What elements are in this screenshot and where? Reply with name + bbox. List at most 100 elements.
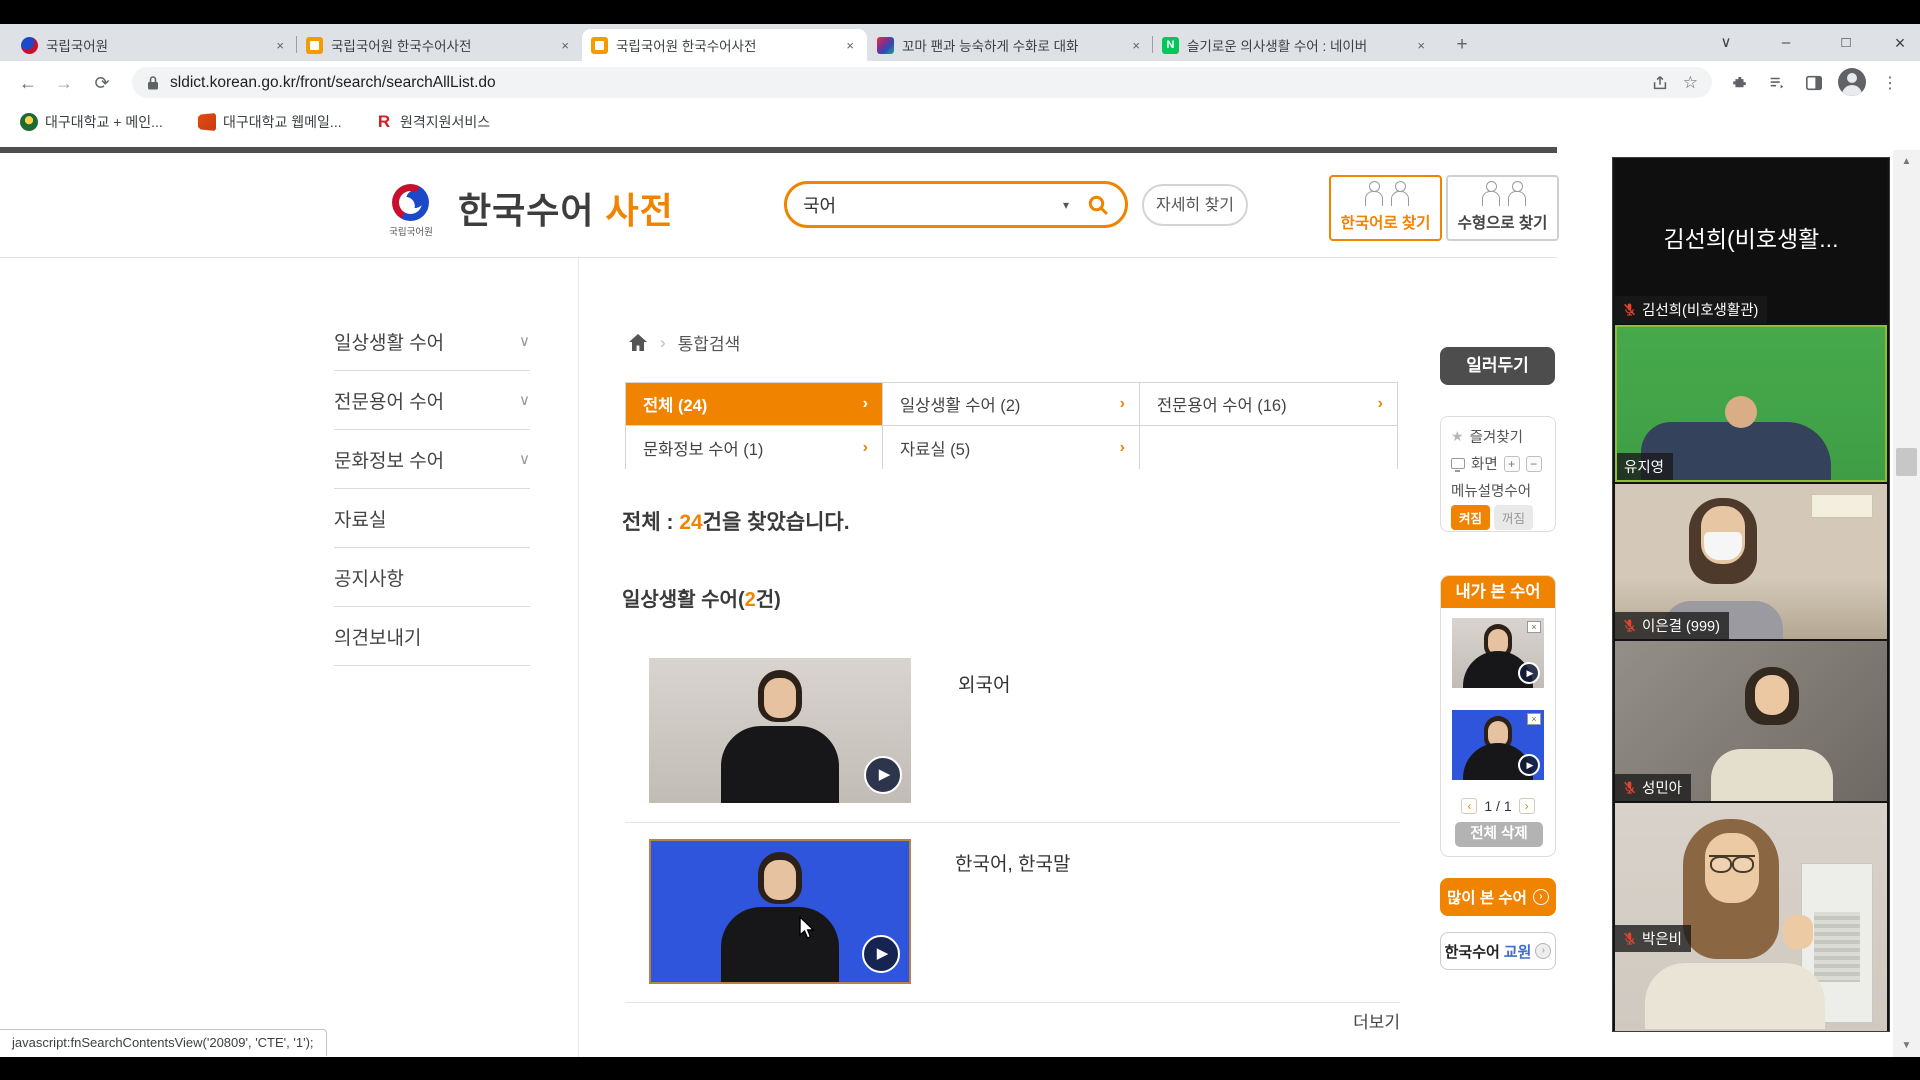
result-tab-daily[interactable]: 일상생활 수어 (2)›	[883, 383, 1140, 426]
search-box[interactable]: 국어 ▾	[784, 181, 1128, 228]
participant-tile-camera-off[interactable]: 김선희(비호생활... 김선희(비호생활관)	[1615, 158, 1887, 323]
search-dropdown-icon[interactable]: ▾	[1063, 198, 1069, 212]
profile-avatar[interactable]	[1838, 68, 1866, 96]
next-page-icon[interactable]: ›	[1519, 798, 1535, 814]
share-icon[interactable]	[1651, 74, 1669, 92]
scroll-up-icon[interactable]: ▲	[1893, 156, 1920, 167]
result-video-thumbnail-highlighted[interactable]: ▶	[649, 839, 911, 984]
side-panel-icon[interactable]	[1800, 69, 1828, 97]
find-by-handshape-button[interactable]: 수형으로 찾기	[1446, 175, 1559, 241]
bookmark-daegu-univ[interactable]: 대구대학교 + 메인...	[20, 109, 163, 135]
status-bar: javascript:fnSearchContentsView('20809',…	[0, 1029, 327, 1056]
browser-tab-1[interactable]: 국립국어원 ×	[12, 29, 297, 61]
result-tab-terminology[interactable]: 전문용어 수어 (16)›	[1140, 383, 1397, 426]
new-tab-button[interactable]: +	[1448, 32, 1476, 60]
tab-close-icon[interactable]: ×	[1413, 36, 1429, 55]
delete-all-button[interactable]: 전체 삭제	[1455, 822, 1543, 847]
sidebar-item-notice[interactable]: 공지사항	[334, 548, 530, 607]
sidebar-item-daily-sign[interactable]: 일상생활 수어∨	[334, 312, 530, 371]
menu-sign-toggle: 켜짐꺼짐	[1451, 505, 1547, 530]
tab-close-icon[interactable]: ×	[272, 36, 288, 55]
toggle-off-button[interactable]: 꺼짐	[1494, 505, 1533, 530]
url-field[interactable]: sldict.korean.go.kr/front/search/searchA…	[132, 67, 1712, 98]
browser-tab-5[interactable]: N 슬기로운 의사생활 수어 : 네이버 ×	[1153, 29, 1438, 61]
browser-menu-icon[interactable]: ⋮	[1876, 69, 1904, 97]
favorites-row[interactable]: ★즐겨찾기	[1451, 426, 1547, 447]
zoom-in-button[interactable]: +	[1504, 456, 1520, 472]
section-count: 2	[745, 589, 756, 611]
url-text: sldict.korean.go.kr/front/search/searchA…	[170, 74, 1651, 92]
page-scrollbar[interactable]: ▲ ▼	[1893, 150, 1920, 1057]
play-icon[interactable]: ▶	[862, 935, 900, 973]
bookmark-daegu-webmail[interactable]: 대구대학교 웹메일...	[198, 109, 342, 135]
sidebar-item-terminology-sign[interactable]: 전문용어 수어∨	[334, 371, 530, 430]
tab-search-icon[interactable]: ∨	[1706, 30, 1746, 56]
chevron-right-icon: ›	[863, 395, 868, 413]
scroll-down-icon[interactable]: ▼	[1893, 1040, 1920, 1051]
participant-tile-active-speaker[interactable]: 유지영	[1615, 325, 1887, 482]
tab-title: 국립국어원 한국수어사전	[331, 35, 557, 55]
signers-illustration-icon	[1480, 181, 1526, 207]
toggle-on-button[interactable]: 켜짐	[1451, 505, 1490, 530]
search-icon[interactable]	[1087, 194, 1109, 216]
sidebar-item-feedback[interactable]: 의견보내기	[334, 607, 530, 666]
display-options-box: ★즐겨찾기 화면+− 메뉴설명수어 켜짐꺼짐	[1440, 416, 1556, 532]
result-tab-culture[interactable]: 문화정보 수어 (1)›	[626, 426, 883, 469]
site-title[interactable]: 한국수어 사전	[458, 182, 674, 234]
remove-icon[interactable]: ×	[1527, 713, 1541, 725]
play-icon[interactable]: ▶	[864, 756, 902, 794]
favicon-korean-gov-icon	[21, 37, 38, 54]
video-call-panel: 김선희(비호생활... 김선희(비호생활관) 유지영 이은결 (999) 성민아	[1612, 157, 1890, 1032]
bookmark-remote-support[interactable]: R 원격지원서비스	[375, 109, 490, 135]
more-link[interactable]: 더보기	[1240, 1008, 1400, 1033]
tab-strip: 국립국어원 × 국립국어원 한국수어사전 × 국립국어원 한국수어사전 × 꼬마…	[0, 24, 1920, 61]
sign-teacher-button[interactable]: 한국수어교원 ›	[1440, 932, 1556, 970]
window-close-button[interactable]: ×	[1880, 30, 1920, 56]
participant-tile[interactable]: 박은비	[1615, 803, 1887, 1031]
browser-tab-2[interactable]: 국립국어원 한국수어사전 ×	[297, 29, 582, 61]
star-icon: ★	[1451, 428, 1464, 445]
search-input[interactable]: 국어	[803, 192, 1063, 218]
guide-button[interactable]: 일러두기	[1440, 347, 1555, 385]
zoom-out-button[interactable]: −	[1526, 456, 1542, 472]
bookmark-star-icon[interactable]: ☆	[1683, 73, 1698, 93]
popular-signs-button[interactable]: 많이 본 수어 ›	[1440, 878, 1556, 916]
mic-muted-icon	[1622, 931, 1637, 946]
window-maximize-button[interactable]: □	[1826, 30, 1866, 56]
window-minimize-button[interactable]: –	[1766, 30, 1806, 56]
result-title[interactable]: 한국어, 한국말	[955, 849, 1070, 876]
reading-list-icon[interactable]	[1763, 69, 1791, 97]
signer-silhouette	[720, 670, 840, 803]
sidebar-item-archive[interactable]: 자료실	[334, 489, 530, 548]
tab-close-icon[interactable]: ×	[557, 36, 573, 55]
prev-page-icon[interactable]: ‹	[1461, 798, 1477, 814]
back-icon[interactable]: ←	[14, 69, 42, 97]
remove-icon[interactable]: ×	[1527, 621, 1541, 633]
browser-tab-4[interactable]: 꼬마 팬과 능숙하게 수화로 대화 ×	[868, 29, 1153, 61]
detail-search-button[interactable]: 자세히 찾기	[1142, 184, 1248, 226]
forward-icon[interactable]: →	[50, 69, 78, 97]
browser-tab-3-active[interactable]: 국립국어원 한국수어사전 ×	[582, 29, 867, 61]
sidebar-item-culture-sign[interactable]: 문화정보 수어∨	[334, 430, 530, 489]
result-video-thumbnail[interactable]: ▶	[649, 658, 911, 803]
result-tab-archive[interactable]: 자료실 (5)›	[883, 426, 1140, 469]
find-by-korean-button[interactable]: 한국어로 찾기	[1329, 175, 1442, 241]
site-logo-icon[interactable]	[392, 184, 429, 221]
tab-close-icon[interactable]: ×	[1128, 36, 1144, 55]
extensions-icon[interactable]	[1726, 69, 1754, 97]
reload-icon[interactable]: ⟳	[88, 69, 116, 97]
chevron-right-icon: ›	[863, 439, 868, 457]
result-title[interactable]: 외국어	[958, 670, 1010, 697]
participant-tile[interactable]: 이은결 (999)	[1615, 484, 1887, 639]
viewed-sign-thumbnail[interactable]: × ▶	[1452, 618, 1544, 688]
viewed-sign-thumbnail[interactable]: × ▶	[1452, 710, 1544, 780]
participant-tile[interactable]: 성민아	[1615, 641, 1887, 801]
result-tab-all[interactable]: 전체 (24)›	[626, 383, 883, 426]
play-icon[interactable]: ▶	[1518, 662, 1540, 684]
pagination: ‹ 1 / 1 ›	[1441, 798, 1555, 814]
favicon-sldict-icon	[306, 37, 323, 54]
home-icon[interactable]	[628, 333, 648, 352]
scrollbar-thumb[interactable]	[1896, 448, 1917, 476]
tab-close-icon[interactable]: ×	[842, 36, 858, 55]
play-icon[interactable]: ▶	[1518, 754, 1540, 776]
